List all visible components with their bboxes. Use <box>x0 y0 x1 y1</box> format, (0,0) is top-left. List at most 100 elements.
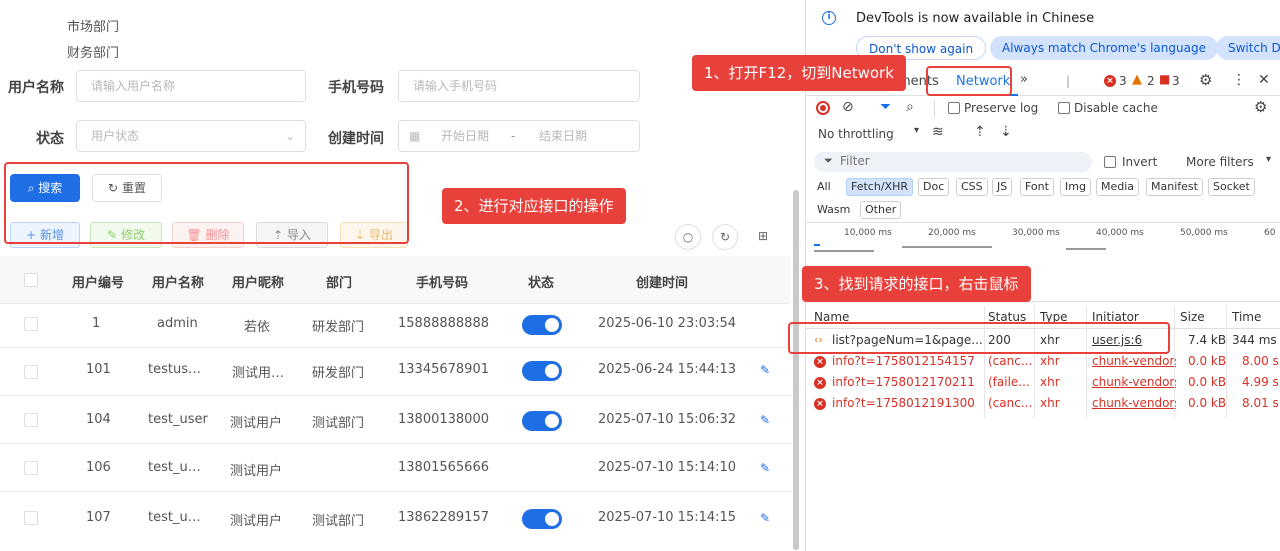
request-type: xhr <box>1040 396 1060 410</box>
more-tabs-icon[interactable]: » <box>1020 72 1028 87</box>
settings-gear-icon[interactable]: ⚙ <box>1199 71 1212 89</box>
table-row[interactable]: 101 testus… 测试用… 研发部门 13345678901 2025-0… <box>0 348 790 396</box>
filter-type-socket[interactable]: Socket <box>1208 178 1255 196</box>
filter-type-doc[interactable]: Doc <box>918 178 950 196</box>
status-switch[interactable] <box>522 509 562 529</box>
dept-tree-item[interactable]: 财务部门 <box>67 42 119 61</box>
page-scrollbar[interactable] <box>793 190 799 550</box>
columns-icon[interactable]: ⊞ <box>750 224 776 250</box>
request-name: info?t=1758012191300 <box>832 396 975 410</box>
warning-icon[interactable]: ▲ <box>1132 72 1142 87</box>
record-icon[interactable] <box>816 101 830 115</box>
filter-funnel-icon[interactable]: ⏷ <box>880 99 891 115</box>
filter-type-other[interactable]: Other <box>860 201 902 219</box>
col-time[interactable]: Time <box>1232 310 1261 324</box>
th-status: 状态 <box>528 276 555 291</box>
invert-label: Invert <box>1122 155 1158 169</box>
refresh-icon[interactable]: ↻ <box>712 224 738 250</box>
always-match-language-button[interactable]: Always match Chrome's language <box>990 36 1218 60</box>
request-initiator[interactable]: chunk-vendors <box>1092 375 1176 389</box>
phone-label: 手机号码 <box>328 80 384 96</box>
chevron-down-icon: ⌄ <box>284 129 295 143</box>
column-divider <box>1174 306 1175 418</box>
filter-type-manifest[interactable]: Manifest <box>1146 178 1203 196</box>
filter-type-css[interactable]: CSS <box>956 178 988 196</box>
filter-type-all[interactable]: All <box>812 178 836 196</box>
cell-username: test_u… <box>148 510 201 525</box>
row-checkbox[interactable] <box>24 511 38 525</box>
status-placeholder: 用户状态 <box>91 129 140 143</box>
table-row[interactable]: 1 admin 若依 研发部门 15888888888 2025-06-10 2… <box>0 300 790 348</box>
username-input[interactable]: 请输入用户名称 <box>76 70 306 102</box>
search-icon[interactable]: ⌕ <box>906 99 914 115</box>
filter-type-js[interactable]: JS <box>992 178 1013 196</box>
status-select[interactable]: 用户状态 ⌄ <box>76 120 306 152</box>
clear-icon[interactable]: ⊘ <box>842 99 854 115</box>
filter-type-media[interactable]: Media <box>1096 178 1140 196</box>
phone-input[interactable]: 请输入手机号码 <box>398 70 640 102</box>
request-name: info?t=1758012170211 <box>832 375 975 389</box>
chevron-down-icon: ▾ <box>1266 154 1272 165</box>
row-edit-icon[interactable]: ✎ <box>760 413 770 427</box>
timeline-bar <box>902 246 992 248</box>
filter-type-img[interactable]: Img <box>1060 178 1091 196</box>
end-date-input[interactable]: 结束日期 <box>539 121 587 151</box>
cell-created: 2025-07-10 15:06:32 <box>598 412 737 427</box>
cell-phone: 15888888888 <box>398 316 489 331</box>
request-initiator[interactable]: chunk-vendors <box>1092 396 1176 410</box>
status-switch[interactable] <box>522 361 562 381</box>
column-divider <box>1226 306 1227 418</box>
row-checkbox[interactable] <box>24 413 38 427</box>
table-row[interactable]: 107 test_u… 测试用户 测试部门 13862289157 2025-0… <box>0 492 790 540</box>
filter-type-wasm[interactable]: Wasm <box>812 201 856 219</box>
error-count-icon[interactable]: × <box>1104 75 1116 87</box>
cell-phone: 13801565666 <box>398 460 489 475</box>
issues-icon[interactable]: ■ <box>1159 72 1170 86</box>
invert-checkbox[interactable] <box>1104 156 1116 168</box>
request-type: xhr <box>1040 375 1060 389</box>
row-checkbox[interactable] <box>24 317 38 331</box>
request-row[interactable]: × info?t=1758012170211 (faile... xhr chu… <box>806 373 1280 394</box>
row-checkbox[interactable] <box>24 365 38 379</box>
select-all-checkbox[interactable] <box>24 273 38 287</box>
close-icon[interactable]: ✕ <box>1258 72 1270 88</box>
request-row[interactable]: × info?t=1758012191300 (canc... xhr chun… <box>806 394 1280 415</box>
table-row[interactable]: 104 test_user 测试用户 测试部门 13800138000 2025… <box>0 396 790 444</box>
filter-input[interactable]: ⏷ Filter <box>814 152 1092 172</box>
network-settings-icon[interactable]: ⚙ <box>1254 98 1267 116</box>
devtools-banner-text: DevTools is now available in Chinese <box>856 11 1095 26</box>
request-row[interactable]: × info?t=1758012154157 (canc... xhr chun… <box>806 352 1280 373</box>
row-checkbox[interactable] <box>24 461 38 475</box>
export-har-icon[interactable]: ⇣ <box>1000 124 1012 140</box>
table-row[interactable]: 106 test_u… 测试用户 13801565666 2025-07-10 … <box>0 444 790 492</box>
cell-user-id: 106 <box>86 460 111 475</box>
callout-step2: 2、进行对应接口的操作 <box>442 188 626 224</box>
date-range-picker[interactable]: ▦ 开始日期 - 结束日期 <box>398 120 640 152</box>
disable-cache-checkbox[interactable] <box>1058 102 1070 114</box>
kebab-menu-icon[interactable]: ⋮ <box>1232 72 1246 88</box>
col-size[interactable]: Size <box>1180 310 1205 324</box>
search-toggle-icon[interactable]: ○ <box>675 224 701 250</box>
request-size: 0.0 kB <box>1188 354 1227 368</box>
row-edit-icon[interactable]: ✎ <box>760 511 770 525</box>
error-count: 3 <box>1119 74 1127 88</box>
status-switch[interactable] <box>522 411 562 431</box>
preserve-log-checkbox[interactable] <box>948 102 960 114</box>
import-har-icon[interactable]: ⇡ <box>974 124 986 140</box>
request-time: 344 ms <box>1232 333 1277 347</box>
request-size: 0.0 kB <box>1188 375 1227 389</box>
row-edit-icon[interactable]: ✎ <box>760 363 770 377</box>
network-conditions-icon[interactable]: ≋ <box>932 124 944 140</box>
dropdown-arrow-icon[interactable]: ▾ <box>914 125 919 136</box>
username-label: 用户名称 <box>8 80 64 96</box>
status-switch[interactable] <box>522 315 562 335</box>
more-filters-dropdown[interactable]: More filters <box>1186 155 1254 169</box>
switch-language-button[interactable]: Switch D <box>1216 36 1280 60</box>
throttling-select[interactable]: No throttling <box>818 127 894 141</box>
request-initiator[interactable]: chunk-vendors <box>1092 354 1176 368</box>
dept-tree-item[interactable]: 市场部门 <box>67 16 119 35</box>
filter-type-font[interactable]: Font <box>1020 178 1054 196</box>
filter-type-fetch-xhr[interactable]: Fetch/XHR <box>846 178 913 196</box>
start-date-input[interactable]: 开始日期 <box>441 121 489 151</box>
row-edit-icon[interactable]: ✎ <box>760 461 770 475</box>
